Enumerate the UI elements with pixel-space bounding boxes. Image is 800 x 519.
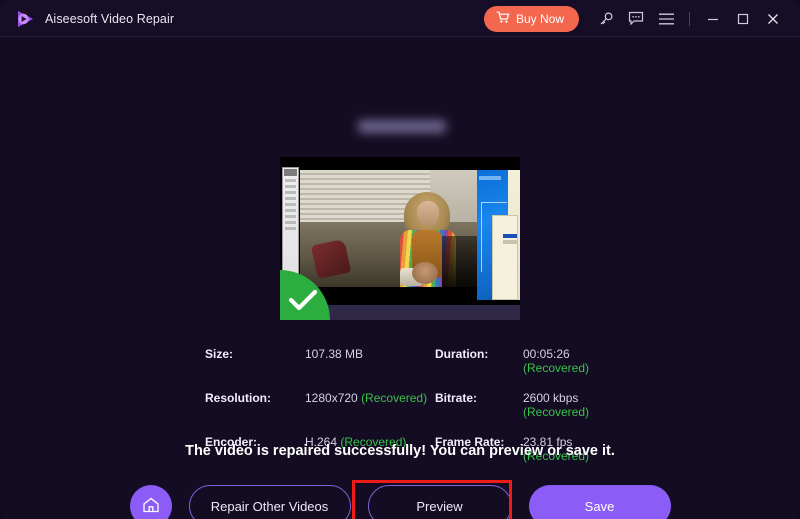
chat-bubble-icon[interactable] bbox=[621, 6, 651, 32]
key-icon[interactable] bbox=[591, 6, 621, 32]
buy-now-button[interactable]: Buy Now bbox=[483, 5, 579, 32]
home-button[interactable] bbox=[129, 485, 172, 519]
info-label-duration: Duration: bbox=[435, 347, 489, 361]
close-icon[interactable] bbox=[758, 6, 788, 32]
success-message: The video is repaired successfully! You … bbox=[185, 443, 615, 459]
capture-artifact-cream-panel bbox=[492, 215, 518, 300]
info-value-resolution: 1280x720 (Recovered) bbox=[305, 391, 428, 405]
hamburger-menu-icon[interactable] bbox=[651, 6, 681, 32]
play-logo-icon bbox=[14, 8, 36, 30]
main-content: Size: 107.38 MB Duration: 00:05:26 (Reco… bbox=[0, 37, 800, 519]
info-value-duration: 00:05:26 (Recovered) bbox=[523, 347, 590, 375]
home-icon bbox=[141, 495, 161, 518]
preview-button[interactable]: Preview bbox=[367, 485, 512, 519]
save-button[interactable]: Save bbox=[528, 485, 671, 519]
app-title: Aiseesoft Video Repair bbox=[45, 11, 175, 26]
app-window: Aiseesoft Video Repair Buy Now Size: 107… bbox=[0, 0, 800, 519]
video-filename-blurred bbox=[358, 120, 446, 133]
maximize-icon[interactable] bbox=[728, 6, 758, 32]
info-label-resolution: Resolution: bbox=[205, 391, 271, 405]
video-frame-photo bbox=[300, 170, 494, 287]
capture-artifact-left-toolbar bbox=[282, 167, 299, 287]
letterbox-top bbox=[280, 157, 520, 170]
info-value-size: 107.38 MB bbox=[305, 347, 364, 361]
action-button-row: Repair Other Videos Preview Save bbox=[0, 485, 800, 519]
info-label-bitrate: Bitrate: bbox=[435, 391, 478, 405]
repair-other-videos-button[interactable]: Repair Other Videos bbox=[188, 485, 351, 519]
title-bar: Aiseesoft Video Repair Buy Now bbox=[0, 0, 800, 37]
info-value-bitrate: 2600 kbps (Recovered) bbox=[523, 391, 590, 419]
buy-now-label: Buy Now bbox=[515, 11, 564, 26]
minimize-icon[interactable] bbox=[698, 6, 728, 32]
titlebar-divider bbox=[689, 11, 690, 26]
cart-icon bbox=[496, 11, 510, 27]
info-label-size: Size: bbox=[205, 347, 234, 361]
video-thumbnail[interactable] bbox=[280, 157, 520, 320]
titlebar-controls: Buy Now bbox=[483, 5, 800, 32]
